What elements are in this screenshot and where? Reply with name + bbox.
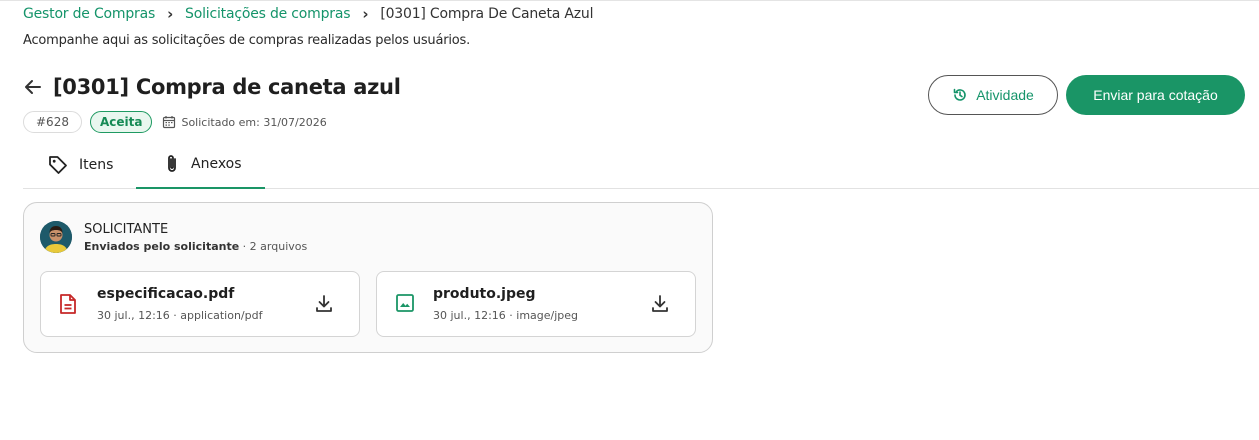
breadcrumb-link-gestor[interactable]: Gestor de Compras: [23, 6, 155, 22]
breadcrumb: Gestor de Compras › Solicitações de comp…: [23, 5, 593, 23]
status-badge: Aceita: [89, 111, 153, 133]
meta-row: #628 Aceita Solicitado em: 31/07/2026: [23, 111, 327, 133]
chevron-right-icon: ›: [362, 5, 369, 23]
file-meta: 30 jul., 12:16 · application/pdf: [97, 309, 263, 322]
tag-icon: [49, 156, 67, 174]
tab-itens[interactable]: Itens: [47, 141, 113, 189]
chevron-right-icon: ›: [167, 5, 174, 23]
arrow-left-icon[interactable]: [23, 76, 45, 98]
send-to-quotation-button[interactable]: Enviar para cotação: [1066, 75, 1245, 115]
download-icon[interactable]: [315, 294, 333, 318]
file-meta: 30 jul., 12:16 · image/jpeg: [433, 309, 579, 322]
activity-button[interactable]: Atividade: [928, 75, 1058, 115]
breadcrumb-link-solicitacoes[interactable]: Solicitações de compras: [185, 6, 350, 22]
request-date-text: Solicitado em: 31/07/2026: [181, 115, 327, 129]
pdf-file-icon: [59, 293, 77, 319]
requester-role: SOLICITANTE: [84, 222, 169, 237]
calendar-icon: [163, 116, 176, 129]
requester-info: Enviados pelo solicitante · 2 arquivos: [84, 240, 307, 253]
request-id-chip: #628: [23, 111, 82, 133]
paperclip-icon: [168, 155, 176, 172]
tab-anexos[interactable]: Anexos: [136, 141, 265, 189]
page-subtitle: Acompanhe aqui as solicitações de compra…: [23, 33, 471, 48]
download-icon[interactable]: [651, 294, 669, 318]
request-date: Solicitado em: 31/07/2026: [162, 115, 327, 129]
avatar: [40, 221, 72, 253]
title-row: [0301] Compra de caneta azul: [23, 75, 401, 99]
sent-by-label: Enviados pelo solicitante: [84, 240, 240, 253]
breadcrumb-current: [0301] Compra De Caneta Azul: [380, 6, 594, 22]
file-name: especificacao.pdf: [97, 286, 235, 302]
page-title: [0301] Compra de caneta azul: [53, 75, 401, 99]
tab-itens-label: Itens: [79, 157, 114, 173]
tab-bar: Itens Anexos: [23, 141, 1259, 189]
history-icon: [953, 88, 966, 101]
image-file-icon: [395, 293, 415, 317]
tab-anexos-label: Anexos: [191, 156, 242, 172]
activity-button-label: Atividade: [976, 87, 1034, 103]
attachments-card: SOLICITANTE Enviados pelo solicitante · …: [23, 202, 713, 353]
attachment-file[interactable]: especificacao.pdf 30 jul., 12:16 · appli…: [40, 271, 360, 337]
file-count: · 2 arquivos: [239, 240, 308, 253]
attachment-file[interactable]: produto.jpeg 30 jul., 12:16 · image/jpeg: [376, 271, 696, 337]
file-name: produto.jpeg: [433, 286, 536, 302]
